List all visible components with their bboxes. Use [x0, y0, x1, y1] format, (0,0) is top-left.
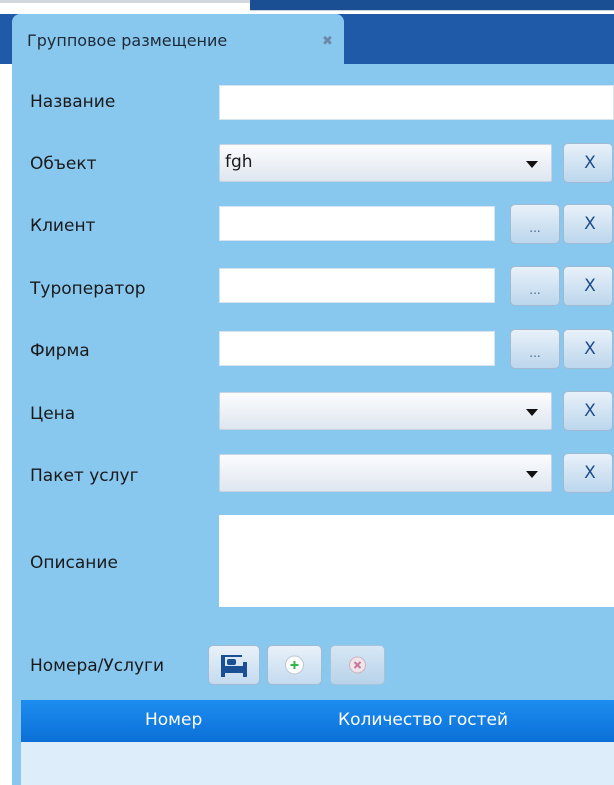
- firm-clear-button[interactable]: X: [563, 329, 613, 369]
- dropdown-arrow-icon: [526, 161, 538, 168]
- top-strip-left: [0, 0, 250, 3]
- firm-label: Фирма: [30, 341, 90, 361]
- add-service-button[interactable]: [267, 645, 322, 685]
- tab-close-icon[interactable]: ✖: [322, 34, 333, 49]
- rooms-grid-body[interactable]: [21, 742, 614, 785]
- dropdown-arrow-icon: [526, 471, 538, 478]
- column-header-room[interactable]: Номер: [145, 710, 202, 730]
- object-clear-button[interactable]: X: [563, 143, 613, 183]
- column-header-guests[interactable]: Количество гостей: [338, 710, 508, 730]
- touroperator-label: Туроператор: [30, 279, 146, 299]
- object-label: Объект: [30, 154, 97, 174]
- description-field[interactable]: [219, 515, 614, 607]
- price-label: Цена: [30, 404, 76, 424]
- client-browse-button[interactable]: ...: [510, 204, 560, 244]
- touroperator-browse-button[interactable]: ...: [510, 266, 560, 306]
- touroperator-field[interactable]: [219, 268, 495, 303]
- description-label: Описание: [30, 553, 118, 573]
- tab-title: Групповое размещение: [27, 31, 228, 50]
- tab-group-accommodation[interactable]: Групповое размещение ✖: [12, 14, 344, 64]
- package-select[interactable]: [219, 454, 552, 492]
- firm-browse-button[interactable]: ...: [510, 329, 560, 369]
- top-strip: [0, 0, 614, 14]
- rooms-grid-header: Номер Количество гостей: [21, 700, 614, 742]
- touroperator-clear-button[interactable]: X: [563, 266, 613, 306]
- package-clear-button[interactable]: X: [563, 453, 613, 493]
- client-clear-button[interactable]: X: [563, 204, 613, 244]
- remove-circle-icon: [349, 656, 366, 674]
- remove-item-button[interactable]: [330, 645, 385, 685]
- name-label: Название: [30, 92, 116, 112]
- rooms-services-label: Номера/Услуги: [30, 656, 165, 676]
- dropdown-arrow-icon: [526, 409, 538, 416]
- package-label: Пакет услуг: [30, 466, 139, 486]
- object-select-value: fgh: [225, 152, 253, 172]
- price-clear-button[interactable]: X: [563, 391, 613, 431]
- top-strip-right: [250, 0, 614, 11]
- name-field[interactable]: [219, 85, 614, 120]
- client-field[interactable]: [219, 206, 495, 241]
- firm-field[interactable]: [219, 331, 495, 366]
- object-select[interactable]: fgh: [219, 144, 552, 182]
- client-label: Клиент: [30, 216, 96, 236]
- price-select[interactable]: [219, 392, 552, 430]
- add-room-button[interactable]: [208, 645, 260, 685]
- add-circle-icon: [285, 655, 304, 675]
- bed-icon: [221, 655, 247, 677]
